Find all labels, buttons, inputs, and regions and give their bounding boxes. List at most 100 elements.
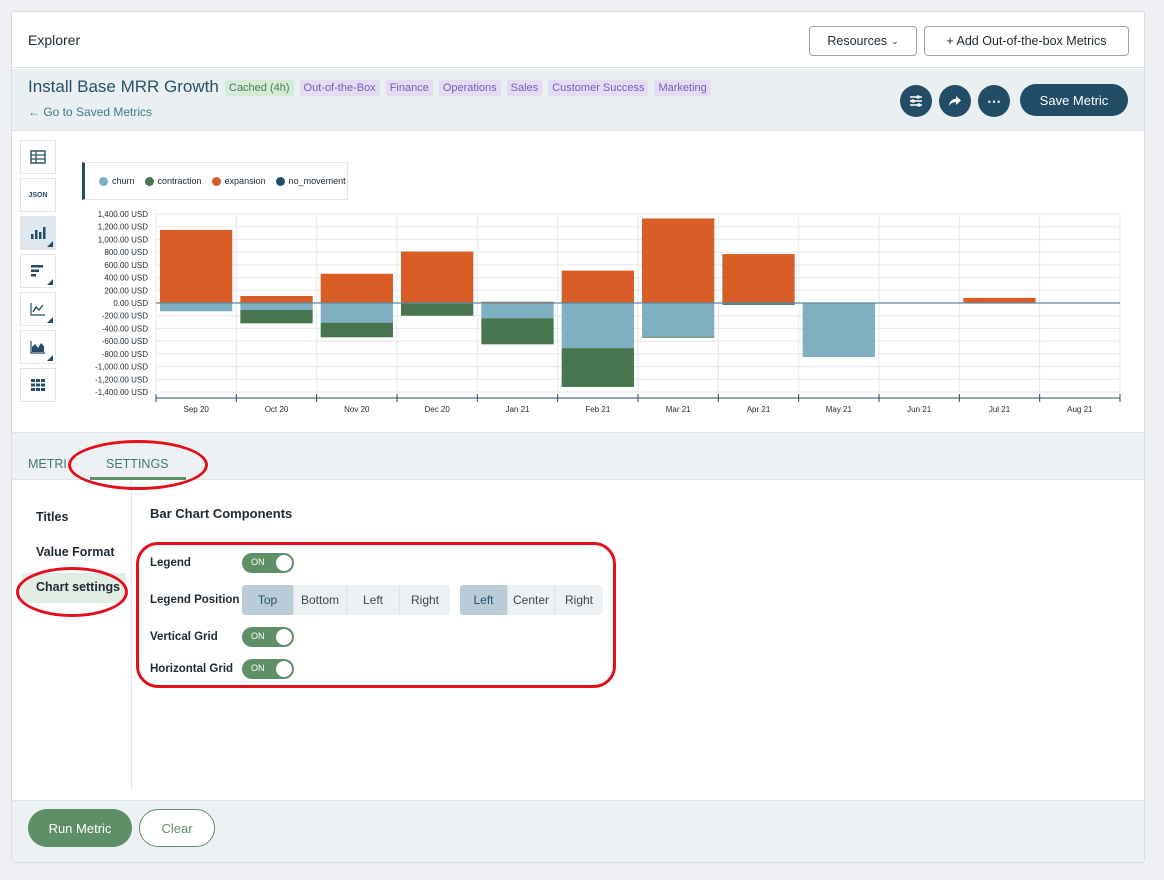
bar-contraction (642, 336, 715, 338)
tag-sales[interactable]: Sales (506, 80, 543, 96)
settings-panel: Titles Value Format Chart settings Bar C… (12, 480, 1144, 800)
settings-sidenav: Titles Value Format Chart settings (12, 480, 132, 790)
bar-chart: 1,400.00 USD 1,200.00 USD 1,000.00 USD 800.… (95, 210, 1121, 414)
resources-button[interactable]: Resources ⌄ (809, 26, 917, 56)
footer-bar: Run Metric Clear (12, 800, 1144, 862)
align-option-right[interactable]: Right (555, 585, 603, 615)
x-tick-label: Jun 21 (907, 405, 932, 414)
bar-churn (481, 303, 554, 319)
save-metric-button[interactable]: Save Metric (1020, 84, 1128, 116)
y-tick-label: -600.00 USD (102, 337, 148, 346)
x-tick-label: Nov 20 (344, 405, 370, 414)
tag-out-of-the-box[interactable]: Out-of-the-Box (299, 80, 380, 96)
legend-label: Legend (150, 557, 191, 569)
top-bar: Explorer Resources ⌄ + Add Out-of-the-bo… (12, 12, 1144, 68)
bar-churn (160, 303, 233, 312)
more-options-button[interactable]: ⋯ (978, 85, 1010, 117)
y-tick-label: 1,200.00 USD (98, 223, 148, 232)
clear-button[interactable]: Clear (139, 809, 215, 847)
align-option-center[interactable]: Center (508, 585, 555, 615)
position-option-bottom[interactable]: Bottom (294, 585, 347, 615)
bar-churn (642, 303, 715, 337)
bar-contraction (481, 318, 554, 345)
nav-titles[interactable]: Titles (36, 510, 68, 524)
x-tick-label: Mar 21 (666, 405, 691, 414)
bar-expansion (642, 218, 715, 303)
y-tick-label: -400.00 USD (102, 324, 148, 333)
bar-expansion (160, 229, 233, 303)
share-arrow-icon (949, 96, 961, 106)
y-tick-label: -800.00 USD (102, 350, 148, 359)
vertical-grid-toggle[interactable]: ON (242, 627, 294, 647)
share-button[interactable] (939, 85, 971, 117)
x-tick-label: Sep 20 (183, 405, 209, 414)
bar-contraction (561, 348, 634, 387)
y-tick-label: 400.00 USD (104, 274, 148, 283)
y-tick-label: -1,400.00 USD (95, 388, 148, 397)
metric-title: Install Base MRR Growth (28, 77, 219, 96)
filter-settings-button[interactable] (900, 85, 932, 117)
explorer-window: Explorer Resources ⌄ + Add Out-of-the-bo… (11, 11, 1145, 863)
tag-operations[interactable]: Operations (438, 80, 501, 96)
sliders-icon (910, 95, 922, 107)
section-title: Bar Chart Components (150, 506, 293, 521)
legend-position-label: Legend Position (150, 594, 240, 606)
position-option-top[interactable]: Top (242, 585, 294, 615)
metric-tags: Cached (4h) Out-of-the-Box Finance Opera… (225, 80, 711, 96)
vertical-grid-label: Vertical Grid (150, 631, 218, 643)
y-tick-label: 800.00 USD (104, 248, 148, 257)
legend-align-selector: Left Center Right (460, 585, 603, 615)
y-tick-label: -1,200.00 USD (95, 375, 148, 384)
position-option-right[interactable]: Right (400, 585, 450, 615)
x-tick-label: Aug 21 (1067, 405, 1093, 414)
y-tick-label: 200.00 USD (104, 286, 148, 295)
bar-expansion (963, 297, 1036, 303)
position-option-left[interactable]: Left (347, 585, 400, 615)
tag-cached[interactable]: Cached (4h) (225, 80, 294, 96)
tag-customer-success[interactable]: Customer Success (548, 80, 649, 96)
tab-metrics[interactable]: METRI (28, 457, 67, 471)
add-out-of-the-box-metrics-button[interactable]: + Add Out-of-the-box Metrics (924, 26, 1129, 56)
bar-contraction (320, 322, 393, 338)
x-tick-label: Feb 21 (585, 405, 610, 414)
toggle-on-text: ON (251, 663, 265, 673)
resources-label: Resources (827, 34, 888, 48)
bar-churn (802, 303, 875, 358)
tab-settings[interactable]: SETTINGS (106, 457, 169, 471)
toggle-knob (275, 554, 293, 572)
x-tick-label: Jan 21 (505, 405, 530, 414)
bar-expansion (320, 273, 393, 303)
x-tick-label: May 21 (826, 405, 853, 414)
tag-finance[interactable]: Finance (385, 80, 433, 96)
horizontal-grid-label: Horizontal Grid (150, 663, 234, 675)
y-tick-label: 1,400.00 USD (98, 210, 148, 219)
bar-contraction (240, 309, 313, 324)
bar-churn (320, 303, 393, 323)
chart-area: JSON churn contraction expansion no_move… (12, 132, 1144, 432)
run-metric-button[interactable]: Run Metric (28, 809, 132, 847)
toggle-knob (275, 660, 293, 678)
toggle-on-text: ON (251, 557, 265, 567)
page-title: Explorer (28, 32, 81, 48)
bar-churn (240, 303, 313, 310)
bar-expansion (401, 251, 474, 303)
y-tick-label: -200.00 USD (102, 312, 148, 321)
align-option-left[interactable]: Left (460, 585, 508, 615)
metric-header: Install Base MRR Growth Cached (4h) Out-… (12, 69, 1144, 131)
bar-contraction (722, 303, 795, 305)
tag-marketing[interactable]: Marketing (654, 80, 711, 96)
horizontal-grid-toggle[interactable]: ON (242, 659, 294, 679)
y-tick-label: 1,000.00 USD (98, 235, 148, 244)
y-tick-label: -1,000.00 USD (95, 363, 148, 372)
go-to-saved-metrics-link[interactable]: ← Go to Saved Metrics (28, 105, 152, 119)
x-tick-label: Jul 21 (989, 405, 1011, 414)
x-tick-label: Apr 21 (747, 405, 771, 414)
bar-expansion (561, 270, 634, 303)
legend-toggle[interactable]: ON (242, 553, 294, 573)
toggle-knob (275, 628, 293, 646)
y-tick-label: 0.00 USD (113, 299, 148, 308)
nav-value-format[interactable]: Value Format (36, 545, 115, 559)
bar-churn (561, 303, 634, 349)
nav-chart-settings[interactable]: Chart settings (22, 573, 126, 603)
x-tick-label: Oct 20 (265, 405, 289, 414)
